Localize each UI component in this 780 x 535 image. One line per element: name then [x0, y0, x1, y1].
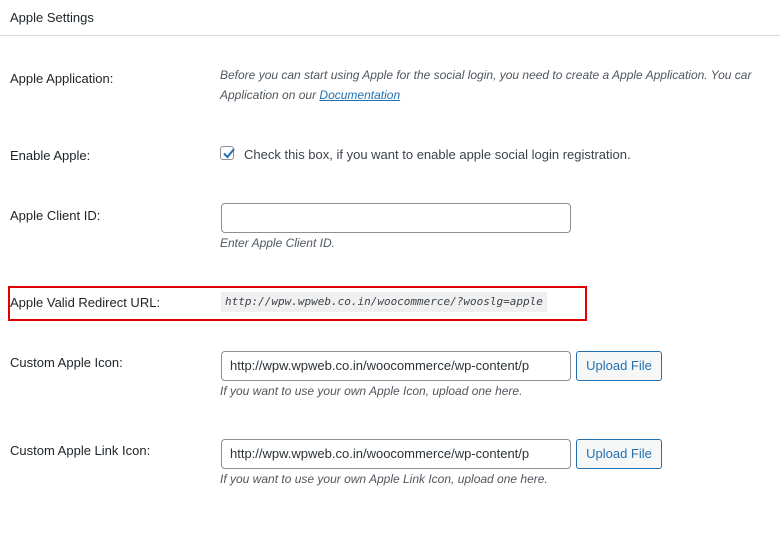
custom-apple-icon-hint: If you want to use your own Apple Icon, … [220, 384, 523, 398]
custom-apple-link-icon-label: Custom Apple Link Icon: [10, 443, 151, 458]
section-title: Apple Settings [10, 10, 94, 25]
upload-apple-link-icon-button[interactable]: Upload File [576, 439, 662, 469]
checkmark-icon [223, 148, 235, 159]
enable-apple-checkbox-label: Check this box, if you want to enable ap… [244, 147, 631, 162]
apple-client-id-label: Apple Client ID: [10, 208, 101, 223]
upload-apple-icon-button[interactable]: Upload File [576, 351, 662, 381]
highlight-box [8, 286, 587, 321]
title-divider [0, 35, 780, 36]
apple-application-label: Apple Application: [10, 71, 114, 86]
apple-application-description: Before you can start using Apple for the… [220, 68, 752, 82]
custom-apple-link-icon-input[interactable]: http://wpw.wpweb.co.in/woocommerce/wp-co… [221, 439, 571, 469]
description-prefix: Application on our [220, 88, 320, 102]
custom-apple-icon-label: Custom Apple Icon: [10, 355, 123, 370]
apple-client-id-input[interactable] [221, 203, 571, 233]
apple-client-id-hint: Enter Apple Client ID. [220, 236, 335, 250]
custom-apple-icon-input[interactable]: http://wpw.wpweb.co.in/woocommerce/wp-co… [221, 351, 571, 381]
apple-application-description-line2: Application on our Documentation [220, 88, 400, 102]
enable-apple-label: Enable Apple: [10, 148, 91, 163]
custom-apple-link-icon-hint: If you want to use your own Apple Link I… [220, 472, 548, 486]
documentation-link[interactable]: Documentation [319, 88, 400, 102]
enable-apple-checkbox[interactable] [220, 146, 235, 160]
